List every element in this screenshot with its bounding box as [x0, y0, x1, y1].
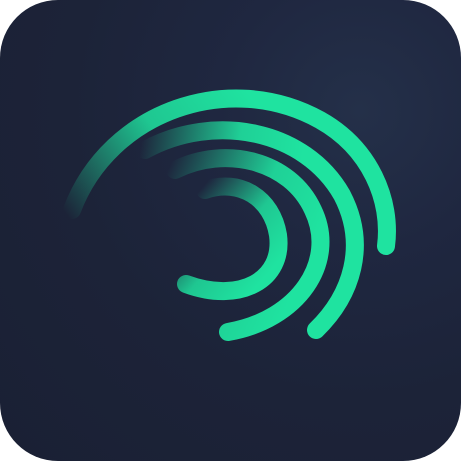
icon-stage	[0, 0, 461, 461]
swirl-arc-outer	[63, 89, 396, 255]
swirl-arc-inner	[177, 177, 288, 301]
swirl-logo-icon	[63, 89, 396, 341]
app-icon[interactable]	[0, 0, 461, 461]
